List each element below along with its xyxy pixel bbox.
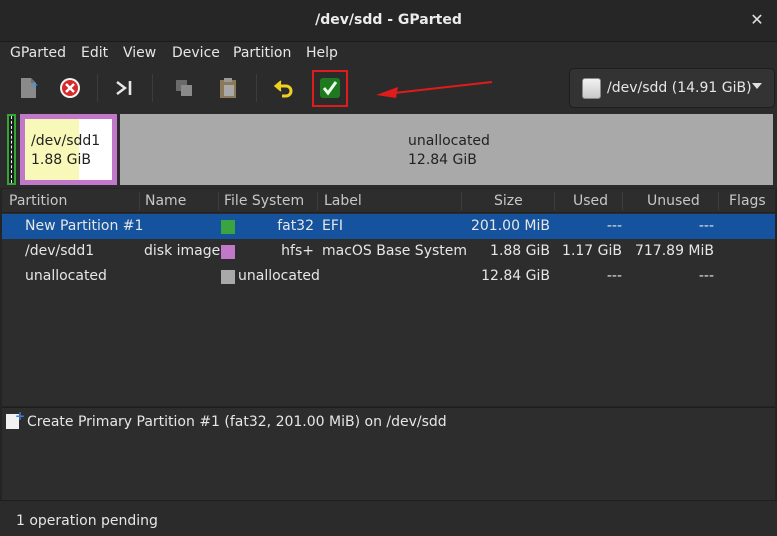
- diskmap-sdd1-name: /dev/sdd1: [31, 133, 101, 149]
- delete-partition-button[interactable]: [54, 72, 86, 104]
- svg-text:+: +: [30, 80, 38, 91]
- col-partition[interactable]: Partition: [9, 193, 67, 209]
- menu-help[interactable]: Help: [306, 45, 338, 61]
- cell-filesystem: unallocated: [238, 268, 320, 284]
- diskmap-unallocated[interactable]: unallocated 12.84 GiB: [120, 114, 773, 185]
- undo-icon: [273, 80, 293, 98]
- cell-partition: New Partition #1: [25, 218, 144, 234]
- chevron-down-icon: [752, 83, 762, 89]
- resize-move-icon: [116, 81, 132, 95]
- menu-view[interactable]: View: [123, 45, 156, 61]
- cell-size: 201.00 MiB: [470, 218, 550, 234]
- cell-name: disk image: [144, 243, 221, 259]
- cell-unused: ---: [698, 218, 714, 234]
- cell-used: ---: [606, 218, 622, 234]
- col-used[interactable]: Used: [573, 193, 608, 209]
- operation-item[interactable]: Create Primary Partition #1 (fat32, 201.…: [27, 414, 447, 430]
- disk-icon: [582, 78, 601, 99]
- cell-partition: /dev/sdd1: [25, 243, 95, 259]
- fs-color-swatch: [221, 220, 235, 234]
- diskmap-sdd1[interactable]: /dev/sdd1 1.88 GiB: [20, 114, 117, 185]
- status-text: 1 operation pending: [16, 513, 158, 529]
- annotation-arrow-icon: [376, 81, 493, 98]
- status-bar: 1 operation pending: [0, 500, 777, 536]
- partition-table: Partition Name File System Label Size Us…: [2, 189, 775, 406]
- copy-button[interactable]: [168, 72, 200, 104]
- diskmap-unallocated-size: 12.84 GiB: [408, 152, 477, 168]
- cell-unused: ---: [698, 268, 714, 284]
- table-header: Partition Name File System Label Size Us…: [2, 189, 775, 213]
- cell-size: 12.84 GiB: [481, 268, 550, 284]
- diskmap-sdd1-size: 1.88 GiB: [31, 152, 91, 168]
- close-icon[interactable]: ✕: [747, 10, 767, 30]
- cell-filesystem: fat32: [277, 218, 314, 234]
- cell-label: EFI: [322, 218, 344, 234]
- cell-label: macOS Base System: [322, 243, 468, 259]
- copy-icon: [176, 80, 192, 96]
- cell-size: 1.88 GiB: [490, 243, 550, 259]
- paste-icon: [220, 78, 236, 98]
- new-icon: +: [21, 78, 38, 98]
- table-row[interactable]: New Partition #1 fat32 EFI 201.00 MiB --- ---: [2, 214, 775, 239]
- cell-used: ---: [606, 268, 622, 284]
- resize-move-button[interactable]: [110, 72, 142, 104]
- menu-device[interactable]: Device: [172, 45, 220, 61]
- menu-partition[interactable]: Partition: [233, 45, 291, 61]
- col-filesystem[interactable]: File System: [224, 193, 304, 209]
- device-selector[interactable]: /dev/sdd (14.91 GiB): [569, 68, 775, 108]
- new-partition-icon: [6, 409, 25, 429]
- col-size[interactable]: Size: [494, 193, 523, 209]
- menu-edit[interactable]: Edit: [81, 45, 108, 61]
- undo-button[interactable]: [268, 72, 300, 104]
- col-unused[interactable]: Unused: [647, 193, 700, 209]
- cell-unused: 717.89 MiB: [634, 243, 714, 259]
- diskmap-new-partition[interactable]: [7, 114, 16, 185]
- menu-gparted[interactable]: GParted: [10, 45, 66, 61]
- table-row[interactable]: unallocated unallocated 12.84 GiB --- ---: [2, 264, 775, 289]
- paste-button[interactable]: [212, 72, 244, 104]
- col-name[interactable]: Name: [145, 193, 186, 209]
- title-bar: /dev/sdd - GParted ✕: [0, 0, 777, 42]
- fs-color-swatch: [221, 245, 235, 259]
- table-row[interactable]: /dev/sdd1 disk image hfs+ macOS Base System…: [2, 239, 775, 264]
- cell-used: 1.17 GiB: [562, 243, 622, 259]
- col-label[interactable]: Label: [324, 193, 362, 209]
- diskmap-unallocated-name: unallocated: [408, 133, 490, 149]
- fs-color-swatch: [221, 270, 235, 284]
- disk-map: /dev/sdd1 1.88 GiB unallocated 12.84 GiB: [0, 110, 777, 188]
- menu-bar: GParted Edit View Device Partition Help: [0, 42, 777, 66]
- cell-partition: unallocated: [25, 268, 107, 284]
- device-label: /dev/sdd (14.91 GiB): [607, 80, 752, 96]
- apply-highlight-box: [312, 70, 348, 107]
- window-title: /dev/sdd - GParted: [315, 12, 462, 28]
- new-partition-button[interactable]: +: [12, 72, 44, 104]
- pending-operations-pane: Create Primary Partition #1 (fat32, 201.…: [2, 407, 775, 500]
- delete-icon: [60, 78, 80, 98]
- cell-filesystem: hfs+: [281, 243, 314, 259]
- col-flags[interactable]: Flags: [729, 193, 766, 209]
